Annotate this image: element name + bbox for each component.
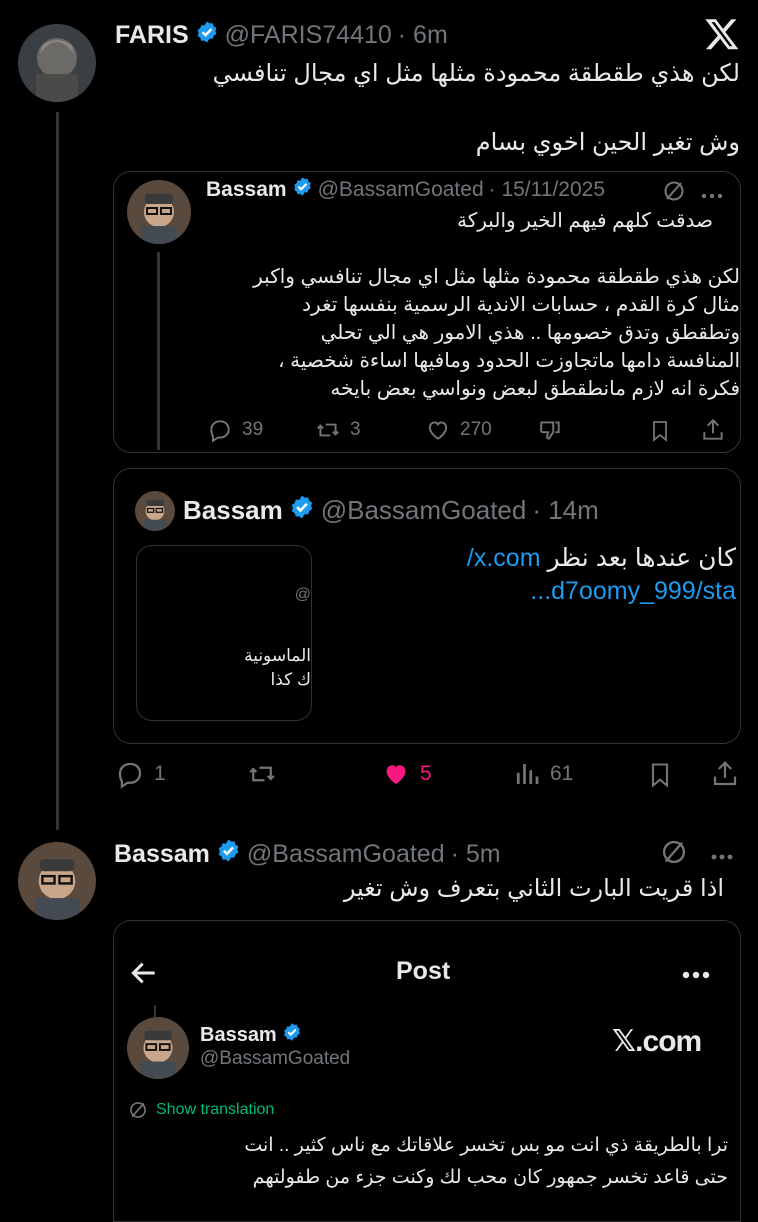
tweet-date[interactable]: · 15/11/2025 — [489, 178, 605, 202]
quote-text-line: مثال كرة القدم ، حسابات الاندية الرسمية … — [302, 294, 740, 316]
quote-text-line: لكن هذي طقطقة محمودة مثلها مثل اي مجال ت… — [253, 266, 740, 288]
author-name[interactable]: Bassam — [206, 178, 287, 202]
quote-text-line: صدقت كلهم فيهم الخير والبركة — [457, 210, 713, 232]
tweet-time[interactable]: · 6m — [398, 21, 448, 50]
thread-line — [56, 112, 59, 830]
tweet-text-line: وش تغير الحين اخوي بسام — [475, 129, 740, 156]
tweet-time[interactable]: · 5m — [451, 840, 501, 869]
show-translation-link[interactable]: Show translation — [156, 1101, 274, 1119]
quote-body: كان عندها بعد نظر — [547, 544, 736, 572]
retweet-icon — [249, 766, 275, 782]
grok-icon — [130, 1102, 146, 1118]
quote-header: Bassam @BassamGoated · 14m — [183, 494, 599, 527]
more-options-icon[interactable] — [708, 848, 736, 866]
like-button[interactable]: 270 — [424, 417, 492, 443]
grok-icon[interactable] — [662, 179, 686, 208]
quote-link[interactable]: x.com/ — [467, 544, 541, 572]
quote-text-line: المنافسة دامها ماتجاوزت الحدود ومافيها ا… — [278, 350, 740, 372]
reply-icon — [210, 420, 230, 443]
thumb-text: @ — [294, 586, 311, 603]
quote-text-line: وتطقطق وتدق خصومها .. هذي الامور هي الي … — [320, 322, 740, 344]
verified-badge-icon — [216, 838, 241, 870]
retweet-button[interactable] — [246, 759, 286, 789]
reply-button[interactable]: 1 — [114, 759, 166, 789]
screenshot-text-line: حتى قاعد تخسر جمهور كان محب لك وكنت جزء … — [252, 1167, 728, 1188]
tweet-text-line: اذا قريت البارت الثاني بتعرف وش تغير — [343, 875, 724, 902]
verified-badge-icon — [292, 176, 313, 203]
divider — [154, 1005, 156, 1017]
author-handle[interactable]: @BassamGoated — [200, 1048, 350, 1070]
views-count: 61 — [550, 762, 574, 785]
avatar[interactable] — [18, 24, 96, 102]
like-count: 270 — [460, 419, 492, 440]
like-button[interactable]: 5 — [380, 759, 432, 789]
dislike-icon[interactable] — [536, 417, 564, 448]
more-options-icon[interactable] — [680, 967, 712, 985]
author-name[interactable]: Bassam — [183, 495, 283, 526]
quote-text-line: فكرة انه لازم مانطقطق لبعض ونواسي بعض با… — [330, 378, 740, 400]
author-name[interactable]: FARIS — [115, 21, 189, 50]
author-handle[interactable]: @BassamGoated — [318, 178, 484, 202]
media-thumbnail[interactable]: @ الماسونية ك كذا — [136, 545, 312, 721]
author-handle[interactable]: @BassamGoated — [321, 495, 527, 526]
back-arrow-icon[interactable] — [128, 957, 160, 994]
retweet-button[interactable]: 3 — [314, 417, 361, 443]
reply-button[interactable]: 39 — [206, 417, 263, 443]
avatar[interactable] — [127, 1017, 189, 1079]
heart-filled-icon — [386, 765, 406, 784]
like-count: 5 — [420, 762, 432, 785]
retweet-count: 3 — [350, 419, 361, 440]
views-button[interactable]: 61 — [512, 759, 573, 789]
views-icon — [516, 764, 539, 784]
translate-row[interactable]: Show translation — [128, 1100, 274, 1120]
screenshot-text-line: ترا بالطريقة ذي انت مو بس تخسر علاقاتك م… — [244, 1135, 728, 1156]
x-logo-icon[interactable] — [704, 16, 740, 52]
heart-icon — [428, 421, 448, 440]
more-options-icon[interactable] — [700, 187, 724, 205]
tweet-header: Bassam @BassamGoated · 5m — [114, 838, 501, 870]
bookmark-icon[interactable] — [648, 418, 672, 449]
reply-count: 1 — [154, 762, 166, 785]
avatar[interactable] — [135, 491, 175, 531]
brand-wordmark: 𝕏.com — [612, 1025, 702, 1058]
author-handle[interactable]: @BassamGoated — [247, 840, 445, 869]
share-icon[interactable] — [700, 417, 726, 448]
grok-icon[interactable] — [660, 838, 688, 871]
share-icon[interactable] — [710, 759, 740, 794]
author-handle[interactable]: @FARIS74410 — [225, 21, 392, 50]
tweet-text-line: لكن هذي طقطقة محمودة مثلها مثل اي مجال ت… — [212, 60, 740, 87]
tweet-time[interactable]: · 14m — [532, 495, 598, 526]
reply-count: 39 — [242, 419, 264, 440]
verified-badge-icon — [289, 494, 315, 527]
screenshot-author: Bassam — [200, 1022, 302, 1048]
thumb-text: الماسونية — [244, 646, 311, 665]
thumb-text: ك كذا — [270, 670, 311, 689]
quote-thread-line — [157, 252, 160, 450]
quote-link[interactable]: ...d7oomy_999/sta — [336, 575, 736, 608]
quote-text: كان عندها بعد نظر x.com/ — [336, 542, 736, 575]
quote-header: Bassam @BassamGoated · 15/11/2025 — [206, 176, 605, 203]
author-name[interactable]: Bassam — [200, 1024, 277, 1047]
tweet-header: FARIS @FARIS74410 · 6m — [115, 20, 448, 51]
retweet-icon — [317, 423, 339, 437]
bookmark-icon[interactable] — [646, 760, 674, 795]
verified-badge-icon — [282, 1022, 302, 1048]
reply-icon — [118, 762, 142, 789]
author-name[interactable]: Bassam — [114, 840, 210, 869]
avatar[interactable] — [18, 842, 96, 920]
verified-badge-icon — [195, 20, 219, 51]
post-header-title: Post — [396, 957, 451, 985]
